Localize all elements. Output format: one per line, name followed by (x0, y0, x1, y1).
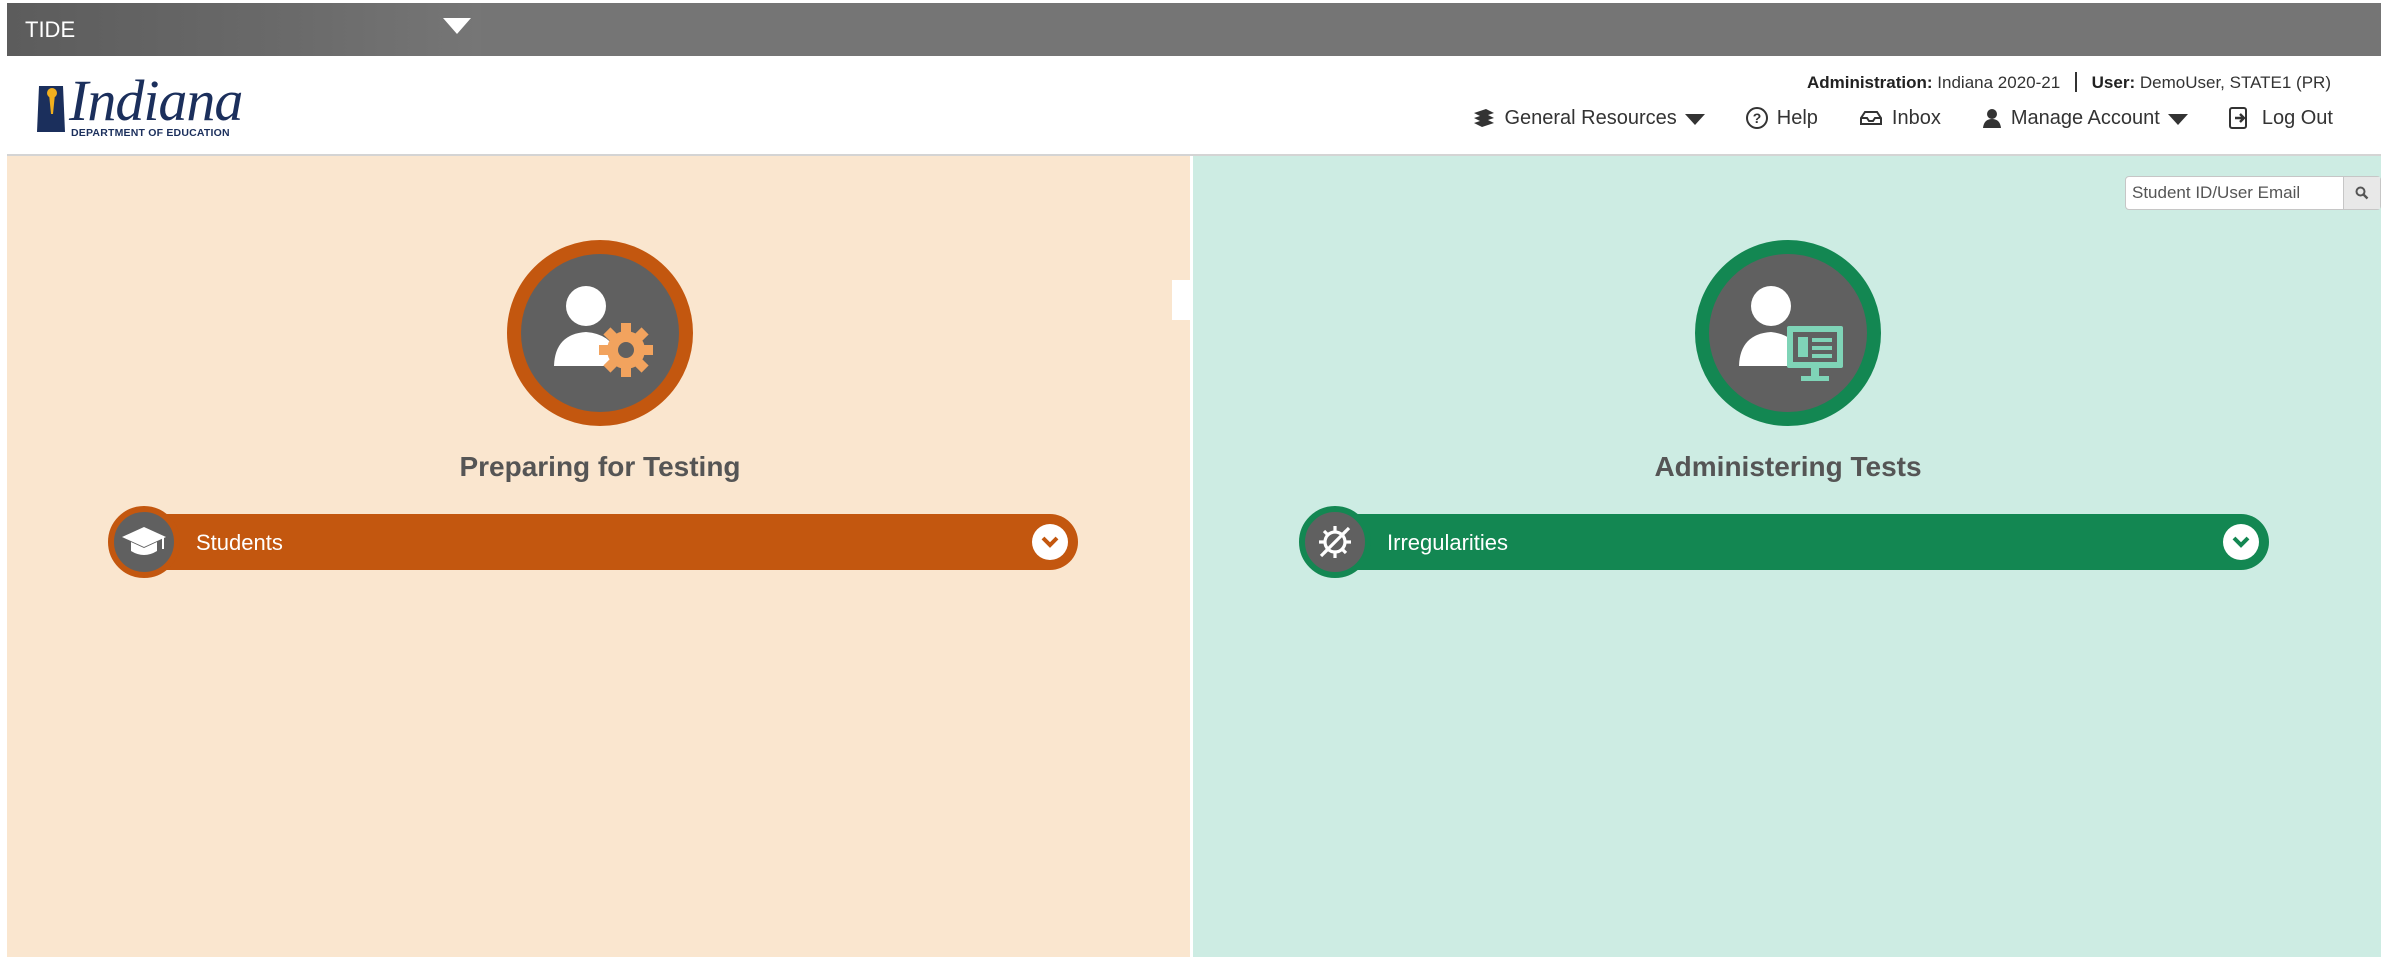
header: Indiana DEPARTMENT OF EDUCATION Administ… (7, 56, 2381, 156)
search-icon (2355, 186, 2369, 200)
caret-down-icon (1684, 114, 1705, 125)
chevron-down-icon[interactable] (1032, 524, 1068, 560)
user-gear-icon (554, 286, 653, 377)
preparing-role-circle[interactable] (507, 240, 693, 426)
irregularities-menu[interactable]: Irregularities (1299, 506, 2269, 578)
search-button[interactable] (2343, 177, 2380, 209)
top-bar: TIDE (7, 3, 2381, 56)
user-monitor-icon (1739, 286, 1843, 381)
books-icon (1474, 109, 1495, 127)
help-label: Help (1776, 106, 1818, 129)
header-nav: General Resources ? Help Inbox Manage Ac… (1472, 106, 2333, 130)
chevron-down-icon[interactable] (2223, 524, 2259, 560)
caret-down-icon (443, 18, 471, 34)
logo-wordmark: Indiana (69, 68, 243, 133)
administering-title: Administering Tests (1654, 451, 1922, 482)
students-badge (108, 506, 180, 578)
general-resources-label: General Resources (1504, 106, 1677, 129)
user-icon (1982, 109, 2001, 128)
indiana-doe-logo[interactable]: Indiana DEPARTMENT OF EDUCATION (27, 72, 243, 140)
crossed-gear-icon (1319, 526, 1351, 558)
students-menu[interactable]: Students (108, 506, 1078, 578)
svg-text:?: ? (1752, 110, 1761, 126)
user-value: DemoUser, STATE1 (PR) (2139, 73, 2331, 92)
sign-out-icon (2228, 107, 2247, 129)
administration-user-info: Administration: Indiana 2020-21 User: De… (1807, 72, 2331, 93)
graduation-cap-icon (122, 527, 166, 555)
info-separator (2074, 72, 2077, 92)
students-label: Students (196, 530, 283, 555)
administration-label: Administration: (1806, 73, 1933, 92)
app-switcher-dropdown[interactable]: TIDE (7, 3, 481, 56)
app-name: TIDE (25, 17, 76, 42)
logo-subtitle: DEPARTMENT OF EDUCATION (71, 127, 230, 139)
irregularities-badge (1299, 506, 1371, 578)
preparing-title: Preparing for Testing (459, 451, 741, 482)
inbox-link[interactable]: Inbox (1858, 107, 1941, 130)
search-input[interactable] (2126, 177, 2342, 209)
general-resources-menu[interactable]: General Resources (1472, 106, 1705, 130)
student-user-search (2125, 176, 2381, 210)
log-out-link[interactable]: Log Out (2228, 106, 2333, 130)
help-link[interactable]: ? Help (1745, 106, 1818, 130)
manage-account-label: Manage Account (2010, 106, 2160, 129)
question-circle-icon: ? (1745, 107, 1768, 129)
inbox-tray-icon (1859, 111, 1882, 125)
administration-value: Indiana 2020-21 (1937, 73, 2061, 92)
preparing-for-testing-panel: Preparing for Testing Students (7, 156, 1190, 957)
caret-down-icon (2167, 114, 2188, 125)
administering-role-circle[interactable] (1695, 240, 1881, 426)
administering-tests-panel: Administering Tests Irregularities (1193, 156, 2381, 957)
torch-icon (37, 86, 65, 132)
irregularities-label: Irregularities (1387, 530, 1509, 555)
log-out-label: Log Out (2261, 106, 2333, 129)
inbox-label: Inbox (1891, 106, 1941, 129)
manage-account-menu[interactable]: Manage Account (1981, 107, 2188, 130)
user-label: User: (2091, 73, 2136, 92)
